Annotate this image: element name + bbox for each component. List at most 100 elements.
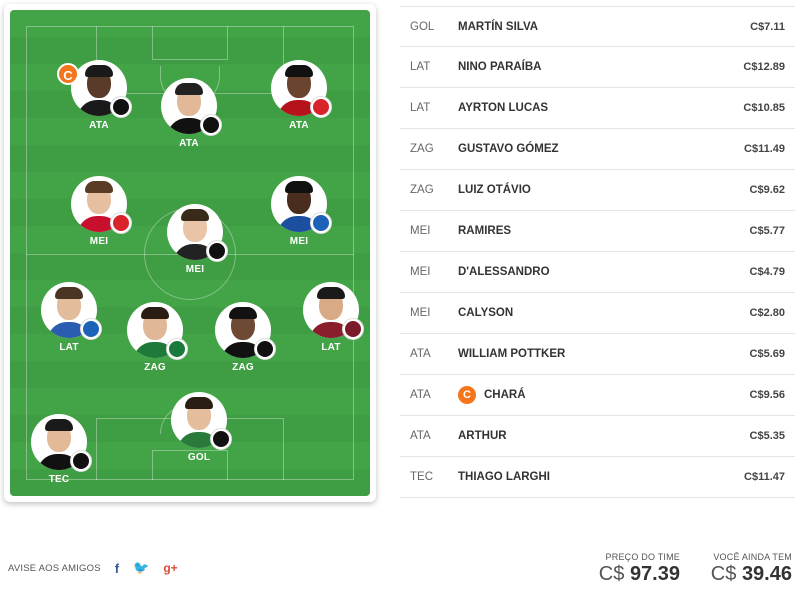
player-list-row[interactable]: MEI D'ALESSANDRO C$4.79: [400, 252, 795, 293]
player-list-row[interactable]: LAT NINO PARAÍBA C$12.89: [400, 47, 795, 88]
facebook-icon[interactable]: f: [115, 561, 119, 576]
team-price-currency: C$: [598, 563, 625, 585]
player-hair: [285, 181, 313, 193]
twitter-icon[interactable]: 🐦: [133, 560, 149, 576]
row-player-name-text: MARTÍN SILVA: [458, 20, 539, 33]
player-hair: [185, 397, 213, 409]
player-list-row[interactable]: ATA C CHARÁ C$9.56: [400, 375, 795, 416]
row-player-name: D'ALESSANDRO: [458, 266, 725, 278]
field-player-ata[interactable]: ATA C: [54, 60, 144, 160]
row-position: MEI: [410, 225, 431, 237]
row-position: ZAG: [410, 184, 434, 196]
player-list-row[interactable]: ZAG LUIZ OTÁVIO C$9.62: [400, 170, 795, 211]
row-position: MEI: [410, 266, 431, 278]
player-position-label: MEI: [185, 264, 205, 275]
player-list-row[interactable]: ZAG GUSTAVO GÓMEZ C$11.49: [400, 129, 795, 170]
field-player-lat[interactable]: LAT: [24, 282, 114, 382]
field-player-mei[interactable]: MEI: [150, 204, 240, 304]
row-player-name-text: RAMIRES: [458, 225, 512, 237]
player-hair: [141, 307, 169, 319]
player-list-row[interactable]: TEC THIAGO LARGHI C$11.47: [400, 457, 795, 498]
captain-badge-icon: C: [57, 63, 79, 85]
row-player-name-text: NINO PARAÍBA: [458, 61, 542, 73]
player-hair: [229, 307, 257, 319]
player-hair: [181, 209, 209, 221]
player-list-row[interactable]: ATA WILLIAM POTTKER C$5.69: [400, 334, 795, 375]
atletico-mg-shield-icon: [70, 450, 92, 472]
field-player-ata[interactable]: ATA: [144, 78, 234, 178]
row-price: C$7.11: [750, 20, 785, 33]
row-player-name-text: LUIZ OTÁVIO: [458, 184, 531, 196]
field-player-lat[interactable]: LAT: [286, 282, 376, 382]
player-position-label: TEC: [48, 474, 70, 485]
share-bar: AVISE AOS AMIGOS f 🐦 g+: [8, 560, 178, 576]
player-position-label: MEI: [89, 236, 109, 247]
row-player-name: CALYSON: [458, 307, 725, 319]
player-hair: [317, 287, 345, 299]
row-player-name-text: THIAGO LARGHI: [458, 471, 550, 483]
player-list-row[interactable]: LAT AYRTON LUCAS C$10.85: [400, 88, 795, 129]
fluminense-shield-icon: [342, 318, 364, 340]
row-position: TEC: [410, 471, 433, 483]
bahia-shield-icon: [310, 212, 332, 234]
player-hair: [175, 83, 203, 95]
remaining-budget-number: 39.46: [741, 563, 792, 585]
player-position-label: ATA: [179, 138, 199, 149]
team-price-number: 97.39: [629, 563, 680, 585]
row-price: C$11.49: [744, 143, 785, 155]
row-position: LAT: [410, 102, 431, 114]
field-player-zag[interactable]: ZAG: [198, 302, 288, 402]
internacional-shield-icon: [110, 212, 132, 234]
ceara-shield-icon: [200, 114, 222, 136]
row-price: C$10.85: [743, 102, 785, 114]
player-position-label: ATA: [289, 120, 309, 131]
vasco-shield-icon: [210, 428, 232, 450]
row-price: C$4.79: [749, 266, 785, 278]
field-player-gol[interactable]: GOL: [154, 392, 244, 492]
row-position: ATA: [410, 430, 431, 442]
row-player-name: WILLIAM POTTKER: [458, 348, 725, 360]
player-position-label: ATA: [89, 120, 109, 131]
row-position: ATA: [410, 348, 431, 360]
field-player-mei[interactable]: MEI: [254, 176, 344, 276]
player-hair: [85, 181, 113, 193]
player-position-label: LAT: [59, 342, 79, 353]
player-list-row[interactable]: ATA ARTHUR C$5.35: [400, 416, 795, 457]
row-price: C$5.35: [749, 430, 785, 442]
remaining-budget-stat: VOCÊ AINDA TEM C$ 39.46: [711, 552, 792, 586]
field-player-zag[interactable]: ZAG: [110, 302, 200, 402]
palmeiras-shield-icon: [166, 338, 188, 360]
remaining-budget-label: VOCÊ AINDA TEM: [713, 552, 792, 562]
bahia-shield-icon: [80, 318, 102, 340]
row-player-name-text: D'ALESSANDRO: [458, 266, 550, 278]
row-player-name: ARTHUR: [458, 430, 725, 442]
player-list-row[interactable]: MEI CALYSON C$2.80: [400, 293, 795, 334]
row-position: GOL: [410, 20, 435, 33]
row-position: LAT: [410, 61, 431, 73]
player-hair: [85, 65, 113, 77]
google-plus-icon[interactable]: g+: [163, 561, 177, 575]
player-position-label: LAT: [321, 342, 341, 353]
row-player-name: C CHARÁ: [458, 386, 725, 404]
row-price: C$9.56: [749, 389, 785, 401]
row-player-name-text: GUSTAVO GÓMEZ: [458, 143, 559, 155]
ceara-shield-icon: [254, 338, 276, 360]
player-hair: [285, 65, 313, 77]
row-player-name-text: AYRTON LUCAS: [458, 102, 549, 114]
row-position: ATA: [410, 389, 431, 401]
player-hair: [55, 287, 83, 299]
player-position-label: GOL: [187, 452, 211, 463]
row-player-name: NINO PARAÍBA: [458, 61, 725, 73]
field-player-tec[interactable]: TEC: [14, 414, 104, 514]
row-player-name-text: CHARÁ: [484, 389, 526, 401]
row-player-name: THIAGO LARGHI: [458, 471, 725, 483]
internacional-shield-icon: [310, 96, 332, 118]
field-player-mei[interactable]: MEI: [54, 176, 144, 276]
remaining-budget-currency: C$: [710, 563, 737, 585]
player-position-label: MEI: [289, 236, 309, 247]
player-list-row[interactable]: GOL MARTÍN SILVA C$7.11: [400, 6, 795, 47]
row-player-name: MARTÍN SILVA: [458, 21, 725, 33]
row-position: ZAG: [410, 143, 434, 155]
field-player-ata[interactable]: ATA: [254, 60, 344, 160]
player-list-row[interactable]: MEI RAMIRES C$5.77: [400, 211, 795, 252]
